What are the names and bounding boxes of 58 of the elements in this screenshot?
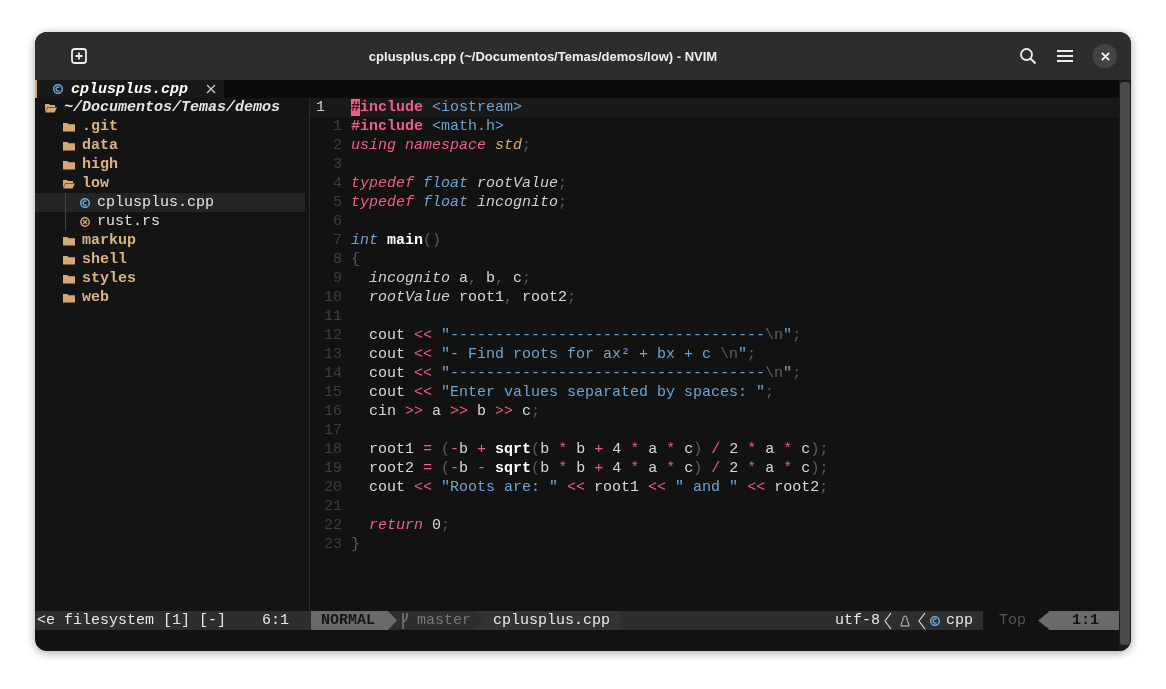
- window-title: cplusplus.cpp (~/Documentos/Temas/demos/low) - NVIM: [367, 48, 719, 64]
- code-line: #include <math.h>: [351, 117, 505, 136]
- code-line: root2 = (-b - sqrt(b * b + 4 * a * c) / 2 * a * c);: [368, 459, 829, 478]
- folder-item[interactable]: shell: [35, 250, 305, 269]
- plus-square-icon: [71, 48, 87, 64]
- code-line: #include <iostream>: [351, 98, 523, 117]
- code-line: rootValue root1, root2;: [368, 288, 577, 307]
- folder-item[interactable]: web: [35, 288, 305, 307]
- editor-tab[interactable]: cplusplus.cpp: [35, 80, 224, 98]
- scroll-position: Top: [982, 611, 1048, 630]
- code-line: cout << "Enter values separated by spaces: ";: [368, 383, 775, 402]
- chevron-left-icon: [917, 611, 926, 630]
- buffer-name: <e filesystem [1] [-]: [37, 612, 227, 629]
- code-line: cin >> a >> b >> c;: [368, 402, 541, 421]
- code-line: return 0;: [368, 516, 451, 535]
- folder-item[interactable]: markup: [35, 231, 305, 250]
- cpp-file-icon: [53, 84, 63, 94]
- close-icon[interactable]: [206, 84, 216, 94]
- encoding: utf-8: [834, 612, 880, 629]
- code-line: cout << "-----------------------------------\n";: [368, 326, 802, 345]
- code-line: cout << "Roots are: " << root1 << " and " << root2;: [368, 478, 829, 497]
- code-line: int main(): [351, 231, 442, 250]
- cpp-icon: [929, 615, 940, 626]
- folder-item[interactable]: .git: [35, 117, 305, 136]
- folder-item[interactable]: data: [35, 136, 305, 155]
- code-line: cout << "- Find roots for ax² + bx + c \n";: [368, 345, 757, 364]
- folder-item[interactable]: high: [35, 155, 305, 174]
- file-name: cplusplus.cpp: [475, 611, 621, 630]
- code-line: incognito a, b, c;: [368, 269, 532, 288]
- scrollbar[interactable]: [1119, 80, 1131, 651]
- folder-item[interactable]: low: [35, 174, 305, 193]
- code-line: typedef float rootValue;: [351, 174, 568, 193]
- code-line: }: [351, 535, 360, 554]
- cpp-file-icon: [80, 197, 90, 208]
- code-line: root1 = (-b + sqrt(b * b + 4 * a * c) / 2 * a * c);: [368, 440, 829, 459]
- menu-icon: [1057, 49, 1073, 63]
- new-tab-button[interactable]: [71, 48, 87, 64]
- code-line: typedef float incognito;: [351, 193, 568, 212]
- close-icon: [1100, 51, 1110, 61]
- folder-item[interactable]: styles: [35, 269, 305, 288]
- cursor-position: 6:1: [262, 612, 289, 629]
- git-branch-icon: [401, 612, 409, 629]
- folder-item[interactable]: ~/Documentos/Temas/demos: [35, 98, 305, 117]
- close-button[interactable]: [1093, 44, 1117, 68]
- mode-indicator: NORMAL: [311, 611, 397, 630]
- search-button[interactable]: [1019, 47, 1037, 65]
- cursor-position: 1:1: [1038, 611, 1119, 630]
- file-item[interactable]: cplusplus.cpp: [35, 193, 305, 212]
- file-item[interactable]: rust.rs: [35, 212, 305, 231]
- menu-button[interactable]: [1057, 49, 1073, 63]
- branch-name: master: [416, 612, 473, 629]
- chevron-left-icon: [883, 611, 892, 630]
- code-line: using namespace std;: [351, 136, 532, 155]
- search-icon: [1019, 47, 1037, 65]
- code-line: {: [351, 250, 360, 269]
- file-type: cpp: [945, 612, 973, 629]
- line-number: 1: [315, 98, 326, 117]
- code-line: cout << "-----------------------------------\n";: [368, 364, 802, 383]
